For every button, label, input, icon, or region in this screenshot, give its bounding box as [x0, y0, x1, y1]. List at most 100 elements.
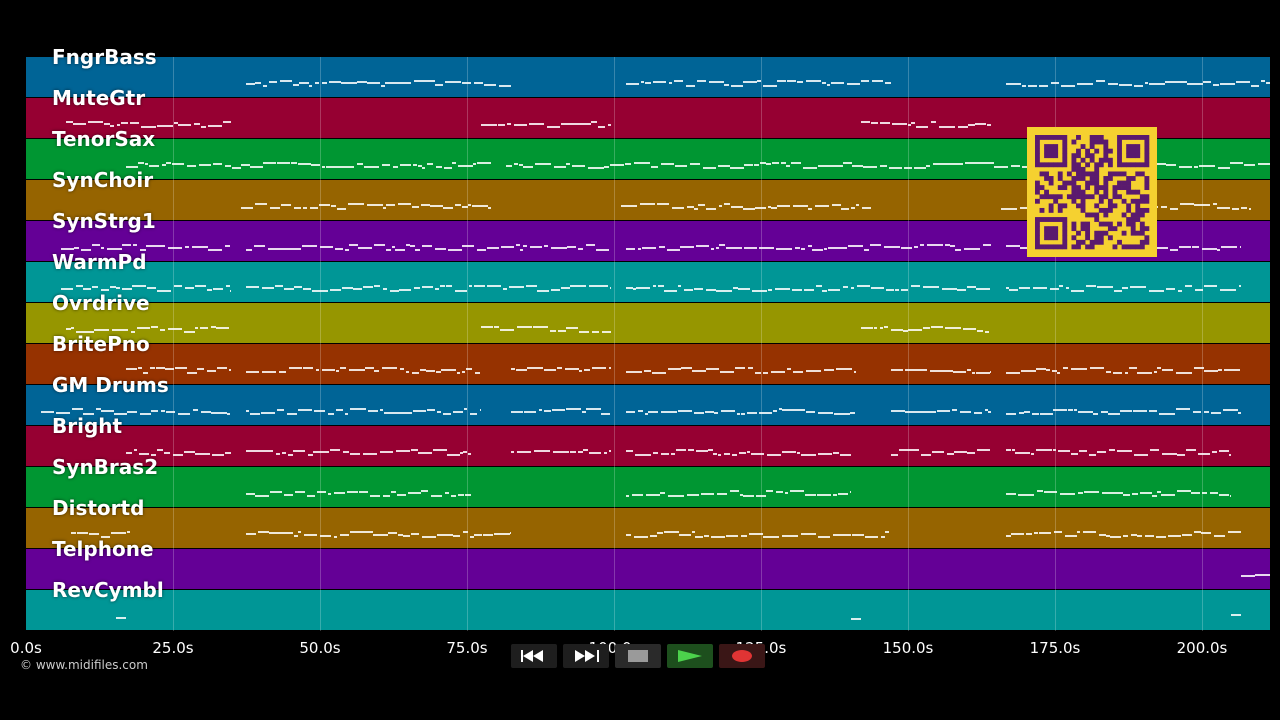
midi-note: [719, 205, 722, 207]
track-lane[interactable]: [26, 303, 1270, 343]
midi-note: [150, 367, 155, 369]
play-button[interactable]: [667, 644, 713, 668]
track-lane[interactable]: [26, 590, 1270, 630]
midi-note: [851, 207, 855, 209]
midi-note: [763, 372, 768, 374]
midi-note: [468, 204, 471, 206]
track-label: SynStrg1: [52, 209, 156, 233]
midi-note: [777, 205, 790, 207]
midi-note: [779, 371, 785, 373]
midi-note: [71, 327, 74, 329]
midi-note: [1223, 409, 1238, 411]
midi-note: [178, 124, 191, 126]
midi-note: [644, 370, 651, 372]
midi-note: [708, 449, 713, 451]
midi-note: [359, 491, 368, 493]
track-lane[interactable]: [26, 344, 1270, 384]
midi-note: [280, 248, 293, 250]
midi-note: [1011, 533, 1024, 535]
midi-note: [1157, 367, 1161, 369]
track-lane[interactable]: [26, 262, 1270, 302]
track-lane[interactable]: [26, 508, 1270, 548]
midi-note: [66, 121, 73, 123]
track-lane[interactable]: [26, 385, 1270, 425]
midi-note: [834, 413, 850, 415]
midi-note: [435, 288, 439, 290]
midi-note: [1217, 207, 1230, 209]
midi-note: [886, 289, 894, 291]
midi-note: [638, 248, 641, 250]
midi-note: [246, 533, 256, 535]
midi-note: [1113, 372, 1122, 374]
midi-note: [705, 411, 714, 413]
midi-note: [483, 534, 493, 536]
midi-note: [523, 245, 527, 247]
grid-line: [173, 57, 174, 631]
midi-note: [626, 450, 633, 452]
midi-note: [865, 536, 878, 538]
midi-note: [1199, 165, 1215, 167]
midi-note: [164, 452, 170, 454]
midi-note: [1249, 208, 1251, 210]
midi-note: [1083, 531, 1096, 533]
midi-note: [1154, 371, 1157, 373]
midi-note: [427, 163, 433, 165]
midi-note: [308, 454, 313, 456]
midi-note: [232, 167, 241, 169]
midi-note: [166, 411, 175, 413]
midi-note: [458, 165, 473, 167]
record-button[interactable]: [719, 644, 765, 668]
midi-note: [295, 491, 305, 493]
midi-note: [400, 82, 411, 84]
midi-note: [246, 493, 255, 495]
midi-note: [1134, 85, 1143, 87]
midi-note: [1251, 85, 1259, 87]
midi-note: [1156, 536, 1166, 538]
fast-forward-button[interactable]: [563, 644, 609, 668]
midi-note: [328, 413, 334, 415]
midi-note: [759, 247, 774, 249]
midi-note: [884, 326, 888, 328]
track-lane[interactable]: [26, 549, 1270, 589]
midi-note: [1108, 413, 1120, 415]
midi-note: [293, 450, 305, 452]
midi-note: [291, 162, 297, 164]
stop-icon: [628, 650, 648, 662]
midi-note: [1157, 491, 1161, 493]
midi-note: [583, 449, 588, 451]
midi-note: [185, 246, 189, 248]
rewind-icon: [521, 650, 543, 662]
midi-note: [1046, 369, 1050, 371]
midi-note: [739, 452, 746, 454]
track-lane[interactable]: [26, 57, 1270, 97]
stop-button[interactable]: [615, 644, 661, 668]
midi-note: [767, 454, 781, 456]
midi-note: [385, 82, 400, 84]
midi-note: [445, 492, 449, 494]
midi-note: [503, 288, 507, 290]
time-tick-label: 150.0s: [882, 639, 934, 657]
midi-note: [847, 83, 860, 85]
midi-note: [1191, 492, 1200, 494]
midi-note: [303, 367, 313, 369]
track-label: RevCymbl: [52, 578, 164, 602]
midi-note: [463, 451, 467, 453]
midi-note: [664, 531, 679, 533]
midi-note: [738, 288, 750, 290]
midi-note: [1255, 574, 1269, 576]
midi-note: [771, 371, 779, 373]
midi-note: [1229, 454, 1231, 456]
track-lane[interactable]: [26, 467, 1270, 507]
midi-note: [380, 409, 383, 411]
midi-note: [187, 372, 197, 374]
midi-note: [269, 81, 277, 83]
midi-note: [1224, 369, 1240, 371]
midi-note: [843, 286, 848, 288]
midi-note: [1024, 411, 1030, 413]
midi-note: [1149, 83, 1165, 85]
midi-note: [289, 367, 302, 369]
rewind-button[interactable]: [511, 644, 557, 668]
midi-note: [1114, 290, 1122, 292]
midi-note: [1006, 83, 1021, 85]
track-lane[interactable]: [26, 426, 1270, 466]
